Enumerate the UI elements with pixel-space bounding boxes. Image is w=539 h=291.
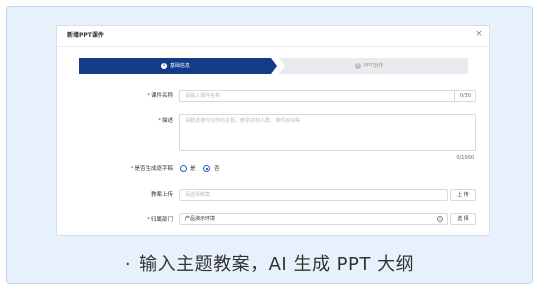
lesson-plan-label: 教案上传 — [150, 192, 173, 198]
step-bar: 1 基础信息 2 PPT创作 — [79, 58, 468, 74]
counter-divider — [454, 91, 455, 101]
upload-button[interactable]: 上 传 — [450, 189, 476, 201]
lesson-plan-placeholder: 请选择教案 — [185, 192, 211, 198]
caption-bullet: · — [124, 254, 132, 275]
radio-no[interactable] — [203, 165, 210, 172]
step-label-ppt-create: PPT创作 — [364, 63, 384, 69]
slide-frame: 新增PPT课件 × 1 基础信息 2 PPT创作 *课件名称 请输入课件名称 0… — [6, 6, 533, 284]
department-input[interactable]: 产品演示环境 × — [179, 213, 448, 225]
courseware-name-label: *课件名称 — [147, 93, 173, 99]
clear-icon[interactable]: × — [437, 216, 443, 222]
courseware-name-counter: 0/30 — [459, 93, 471, 99]
courseware-name-placeholder: 请输入课件名称 — [185, 93, 221, 99]
step-basic-info[interactable]: 1 基础信息 — [79, 58, 277, 74]
description-textarea[interactable]: 请概述课件创作的主题、教学目标人群、课件目标等 — [179, 114, 476, 151]
subtitle-label: *是否生成逐字稿 — [130, 166, 173, 172]
dialog-title: 新增PPT课件 — [67, 32, 104, 39]
description-label: *描述 — [158, 118, 173, 124]
caption-text: 输入主题教案，AI 生成 PPT 大纲 — [139, 254, 415, 275]
step-number-1: 1 — [161, 63, 167, 69]
radio-yes-label: 是 — [190, 166, 196, 172]
courseware-name-input[interactable]: 请输入课件名称 0/30 — [179, 90, 476, 102]
step-label-basic-info: 基础信息 — [170, 63, 191, 69]
lesson-plan-input[interactable]: 请选择教案 — [179, 189, 448, 201]
step-number-2: 2 — [355, 63, 361, 69]
new-ppt-dialog: 新增PPT课件 × 1 基础信息 2 PPT创作 *课件名称 请输入课件名称 0… — [56, 25, 490, 236]
close-icon[interactable]: × — [474, 29, 484, 39]
caption: · 输入主题教案，AI 生成 PPT 大纲 — [7, 253, 532, 277]
department-value: 产品演示环境 — [185, 216, 216, 222]
radio-yes[interactable] — [180, 165, 187, 172]
select-button[interactable]: 选 择 — [450, 213, 476, 225]
radio-no-label: 否 — [214, 166, 220, 172]
description-counter: 0/1000 — [456, 155, 474, 161]
description-placeholder: 请概述课件创作的主题、教学目标人群、课件目标等 — [185, 118, 301, 124]
step-ppt-create[interactable]: 2 PPT创作 — [279, 58, 468, 74]
dialog-divider — [57, 46, 489, 47]
department-label: *归属部门 — [147, 217, 173, 223]
